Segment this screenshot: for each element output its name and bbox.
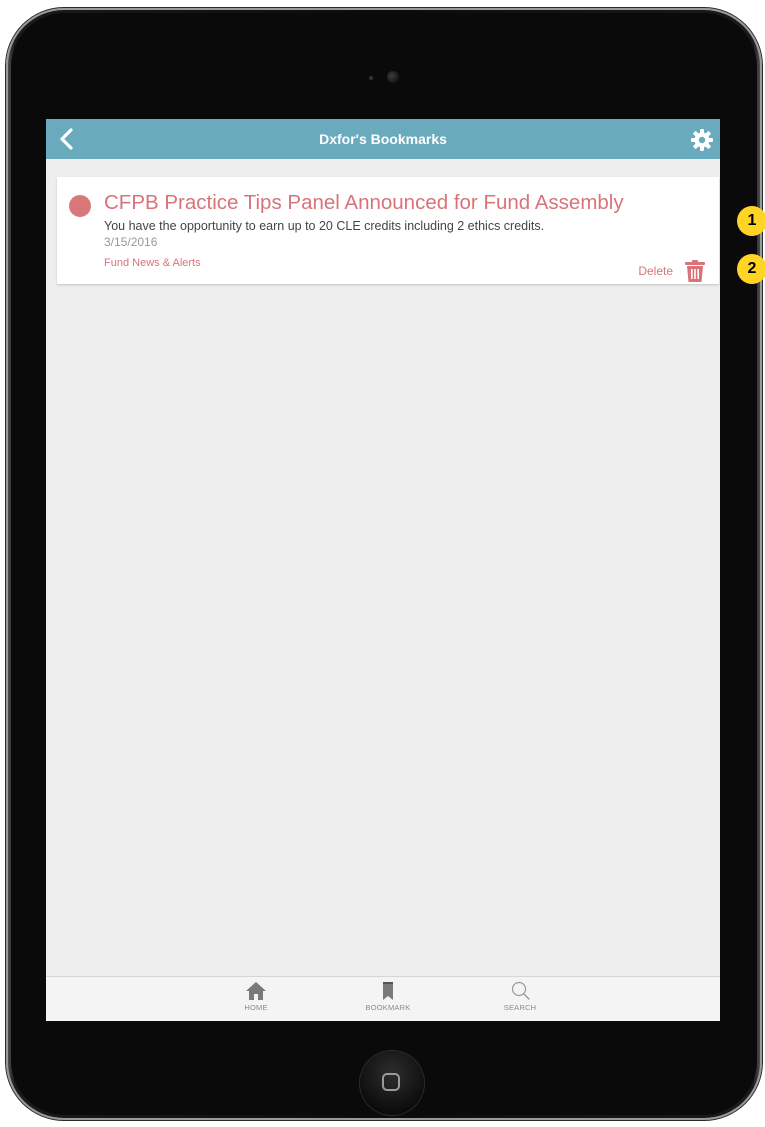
tab-bookmark[interactable]: BOOKMARK [348,981,428,1012]
bookmark-category-link[interactable]: Fund News & Alerts [104,257,201,269]
navigation-bar: Dxfor's Bookmarks [46,119,720,159]
delete-label: Delete [638,264,673,278]
bottom-tab-bar: HOME BOOKMARK SEARCH [46,976,720,1021]
bookmark-title[interactable]: CFPB Practice Tips Panel Announced for F… [104,191,624,215]
page-title: Dxfor's Bookmarks [319,131,447,147]
tab-bookmark-label: BOOKMARK [365,1003,411,1012]
tab-home-label: HOME [244,1003,268,1012]
annotation-badge-2: 2 [737,254,765,284]
settings-button[interactable] [690,128,714,152]
front-camera [387,71,399,83]
search-icon [511,981,530,1000]
home-hardware-button[interactable] [360,1051,424,1115]
tab-search-label: SEARCH [503,1003,537,1012]
bookmark-date: 3/15/2016 [104,235,158,249]
sensor-dot [369,76,373,80]
delete-button[interactable]: Delete [638,260,705,282]
gear-icon [691,129,713,151]
bookmark-description: You have the opportunity to earn up to 2… [104,219,545,233]
bookmark-card[interactable]: CFPB Practice Tips Panel Announced for F… [57,177,719,284]
home-icon [246,982,266,1000]
trash-icon [685,260,705,282]
tab-home[interactable]: HOME [216,981,296,1012]
bookmark-icon [383,982,393,1000]
home-button-square-icon [382,1073,400,1091]
annotation-badge-1: 1 [737,206,765,236]
unread-indicator [69,195,91,217]
tab-search[interactable]: SEARCH [480,981,560,1012]
app-screen: Dxfor's Bookmarks CFPB Practice Tips Pan… [46,119,720,1021]
